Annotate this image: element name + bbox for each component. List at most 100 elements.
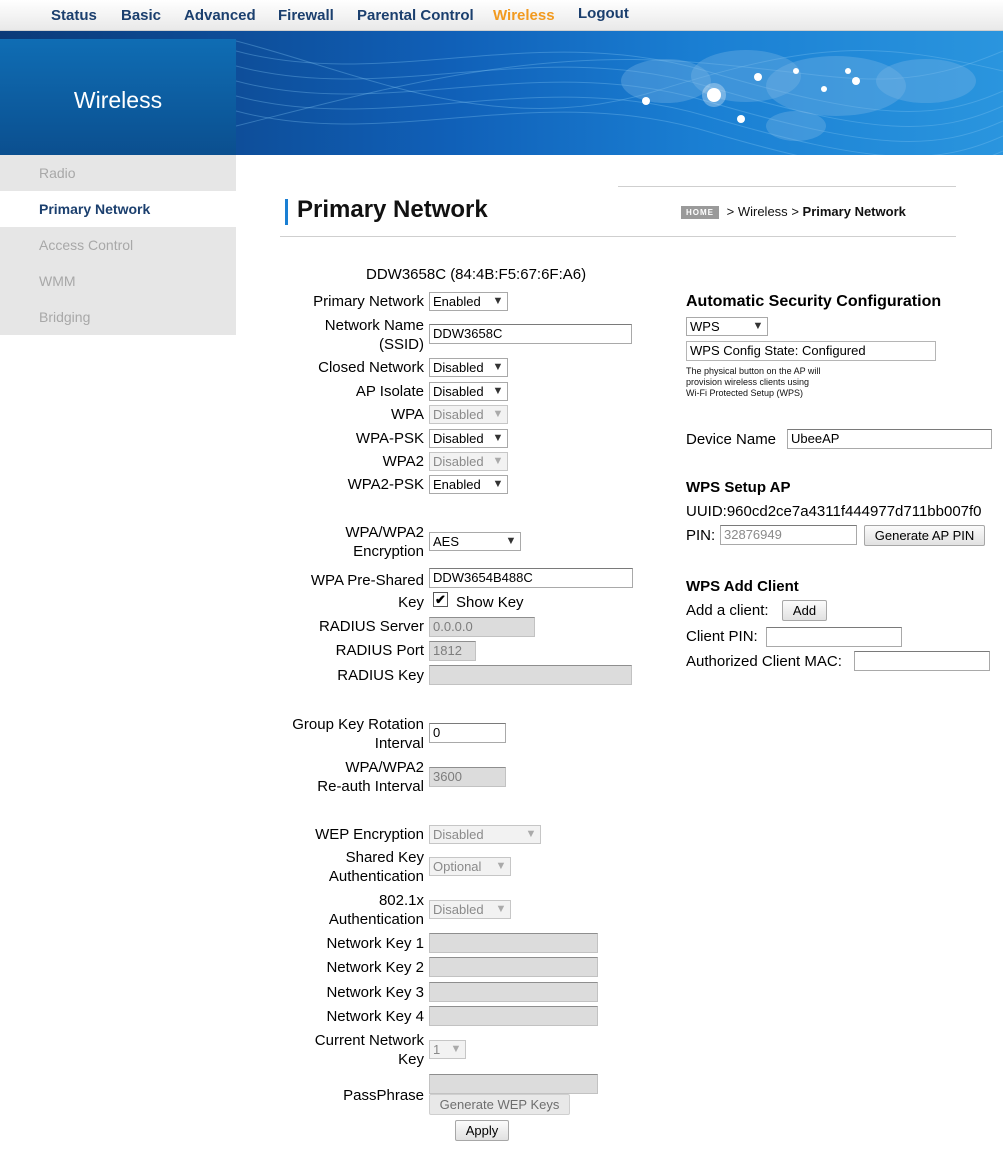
network-key-2-input[interactable] xyxy=(429,957,598,977)
asc-title: Automatic Security Configuration xyxy=(686,293,942,310)
shared-key-label-line1: Shared Key xyxy=(345,849,424,866)
ssid-label-line1: Network Name xyxy=(324,317,424,334)
network-key-1-input[interactable] xyxy=(429,933,598,953)
sidebar-item-primary-network[interactable]: Primary Network xyxy=(0,191,236,227)
wpa-label: WPA xyxy=(390,406,424,423)
ssid-label-line2: (SSID) xyxy=(379,336,424,353)
current-key-select[interactable]: 1 ▼ xyxy=(429,1040,466,1059)
authorized-mac-input[interactable] xyxy=(854,651,990,671)
radius-key-label: RADIUS Key xyxy=(337,667,424,684)
client-pin-label: Client PIN: xyxy=(686,628,758,645)
sidebar-item-access-control[interactable]: Access Control xyxy=(0,227,236,263)
shared-key-select[interactable]: Optional ▼ xyxy=(429,857,511,876)
breadcrumb-separator: > xyxy=(791,204,799,219)
breadcrumb-separator: > xyxy=(726,204,735,219)
wep-label: WEP Encryption xyxy=(315,826,424,843)
wpa2-psk-label: WPA2-PSK xyxy=(347,476,424,493)
ap-isolate-select[interactable]: Disabled ▼ xyxy=(429,382,508,401)
chevron-down-icon: ▼ xyxy=(495,860,507,872)
network-key-3-label: Network Key 3 xyxy=(326,984,424,1001)
auth-8021x-label-line1: 802.1x xyxy=(378,892,424,909)
generate-wep-keys-button[interactable]: Generate WEP Keys xyxy=(429,1094,570,1115)
wpa2-psk-select[interactable]: Enabled ▼ xyxy=(429,475,508,494)
auth-8021x-select[interactable]: Disabled ▼ xyxy=(429,900,511,919)
nav-status[interactable]: Status xyxy=(51,7,97,24)
passphrase-input[interactable] xyxy=(429,1074,598,1094)
nav-firewall[interactable]: Firewall xyxy=(278,7,334,24)
breadcrumb-home[interactable]: HOME xyxy=(681,206,719,219)
nav-wireless[interactable]: Wireless xyxy=(493,7,555,24)
chevron-down-icon: ▼ xyxy=(505,535,517,547)
wps-select[interactable]: WPS ▼ xyxy=(686,317,768,336)
passphrase-label: PassPhrase xyxy=(343,1087,424,1104)
banner-section-box: Wireless xyxy=(0,39,236,155)
chevron-down-icon: ▼ xyxy=(450,1043,462,1055)
nav-logout[interactable]: Logout xyxy=(578,5,629,22)
client-pin-input[interactable] xyxy=(766,627,902,647)
world-map-graphic xyxy=(236,40,1003,155)
chevron-down-icon: ▼ xyxy=(492,455,504,467)
device-header: DDW3658C (84:4B:F5:67:6F:A6) xyxy=(366,266,587,283)
wpa-psk-select[interactable]: Disabled ▼ xyxy=(429,429,508,448)
wpa-psk-label: WPA-PSK xyxy=(355,430,424,447)
encryption-label-line2: Encryption xyxy=(353,543,424,560)
network-key-3-input[interactable] xyxy=(429,982,598,1002)
pin-input[interactable]: 32876949 xyxy=(720,525,857,545)
generate-ap-pin-button[interactable]: Generate AP PIN xyxy=(864,525,985,546)
breadcrumb-wireless[interactable]: Wireless xyxy=(738,204,788,219)
auth-8021x-label-line2: Authentication xyxy=(328,911,424,928)
breadcrumb-current: Primary Network xyxy=(802,204,906,219)
radius-server-label: RADIUS Server xyxy=(318,618,424,635)
show-key-label: Show Key xyxy=(456,594,524,611)
apply-button[interactable]: Apply xyxy=(455,1120,509,1141)
primary-network-select[interactable]: Enabled ▼ xyxy=(429,292,508,311)
wpa2-select[interactable]: Disabled ▼ xyxy=(429,452,508,471)
reauth-label-line1: WPA/WPA2 xyxy=(345,759,424,776)
sidebar-item-wmm[interactable]: WMM xyxy=(0,263,236,299)
network-key-4-input[interactable] xyxy=(429,1006,598,1026)
device-name-label: Device Name xyxy=(686,431,777,448)
title-accent-bar xyxy=(285,199,288,225)
header-top-rule xyxy=(618,186,956,187)
side-menu: Radio Primary Network Access Control WMM… xyxy=(0,155,236,335)
group-key-label-line1: Group Key Rotation xyxy=(292,716,424,733)
wps-setup-title: WPS Setup AP xyxy=(686,479,791,496)
page-title: Primary Network xyxy=(297,196,488,223)
psk-input[interactable]: DDW3654B488C xyxy=(429,568,633,588)
wpa-select[interactable]: Disabled ▼ xyxy=(429,405,508,424)
radius-port-label: RADIUS Port xyxy=(335,642,424,659)
sidebar-item-radio[interactable]: Radio xyxy=(0,155,236,191)
reauth-label-line2: Re-auth Interval xyxy=(317,778,424,795)
chevron-down-icon: ▼ xyxy=(492,408,504,420)
wps-config-state: WPS Config State: Configured xyxy=(686,341,936,361)
group-key-label-line2: Interval xyxy=(374,735,424,752)
add-client-button[interactable]: Add xyxy=(782,600,827,621)
nav-basic[interactable]: Basic xyxy=(121,7,161,24)
wps-note-line1: The physical button on the AP will xyxy=(686,366,821,376)
wps-note-line3: Wi-Fi Protected Setup (WPS) xyxy=(686,388,804,398)
encryption-select[interactable]: AES ▼ xyxy=(429,532,521,551)
nav-parental-control[interactable]: Parental Control xyxy=(357,7,474,24)
closed-network-select[interactable]: Disabled ▼ xyxy=(429,358,508,377)
radius-server-input[interactable]: 0.0.0.0 xyxy=(429,617,535,637)
sidebar-item-bridging[interactable]: Bridging xyxy=(0,299,236,335)
reauth-input[interactable]: 3600 xyxy=(429,767,506,787)
nav-advanced[interactable]: Advanced xyxy=(184,7,256,24)
psk-label-line2: Key xyxy=(398,594,424,611)
chevron-down-icon: ▼ xyxy=(492,478,504,490)
ssid-input[interactable]: DDW3658C xyxy=(429,324,632,344)
radius-key-input[interactable] xyxy=(429,665,632,685)
ap-isolate-label: AP Isolate xyxy=(355,383,424,400)
uuid-text: UUID:960cd2ce7a4311f444977d711bb007f0 xyxy=(686,503,982,520)
add-client-label: Add a client: xyxy=(686,602,769,619)
chevron-down-icon: ▼ xyxy=(752,320,764,332)
group-key-input[interactable]: 0 xyxy=(429,723,506,743)
radius-port-input[interactable]: 1812 xyxy=(429,641,476,661)
chevron-down-icon: ▼ xyxy=(525,828,537,840)
wps-note-line2: provision wireless clients using xyxy=(686,377,810,387)
show-key-checkbox[interactable]: ✔ xyxy=(433,592,448,607)
device-name-input[interactable]: UbeeAP xyxy=(787,429,992,449)
chevron-down-icon: ▼ xyxy=(495,903,507,915)
chevron-down-icon: ▼ xyxy=(492,295,504,307)
wep-select[interactable]: Disabled ▼ xyxy=(429,825,541,844)
